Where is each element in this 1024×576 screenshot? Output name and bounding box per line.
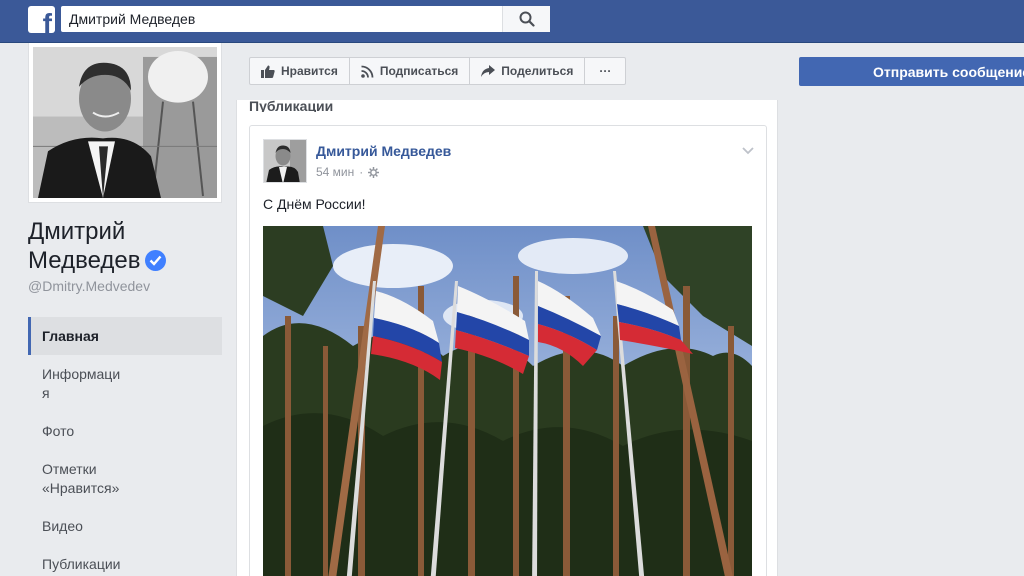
more-dots-icon: ··· bbox=[599, 64, 612, 78]
rss-icon bbox=[361, 65, 374, 78]
search-box bbox=[61, 6, 550, 32]
more-options-button[interactable]: ··· bbox=[584, 57, 627, 85]
page-name[interactable]: Дмитрий Медведев bbox=[28, 217, 228, 275]
page-handle[interactable]: @Dmitry.Medvedev bbox=[28, 278, 150, 294]
nav-item-likes[interactable]: Отметки «Нравится» bbox=[28, 450, 138, 507]
russian-flags-photo bbox=[263, 226, 752, 576]
page-name-first: Дмитрий bbox=[28, 218, 126, 245]
top-bar: f bbox=[0, 0, 1024, 43]
nav-item-videos[interactable]: Видео bbox=[28, 507, 222, 545]
like-button[interactable]: Нравится bbox=[249, 57, 350, 85]
share-label: Поделиться bbox=[501, 64, 574, 78]
search-button[interactable] bbox=[502, 6, 550, 32]
thumbs-up-icon bbox=[261, 65, 275, 78]
verified-badge-icon bbox=[144, 250, 166, 271]
page-name-last: Медведев bbox=[28, 247, 141, 274]
post-author-name[interactable]: Дмитрий Медведев bbox=[316, 143, 451, 159]
post-text: С Днём России! bbox=[263, 196, 366, 212]
post-options-chevron-icon[interactable] bbox=[742, 142, 754, 160]
post-time[interactable]: 54 мин bbox=[316, 165, 354, 179]
page-actions: Нравится Подписаться Поделиться ··· bbox=[249, 57, 627, 85]
avatar-photo bbox=[264, 140, 306, 182]
globe-icon[interactable] bbox=[368, 166, 380, 178]
post-meta: 54 мин · bbox=[316, 165, 380, 179]
nav-item-info[interactable]: Информаци я bbox=[28, 355, 222, 412]
follow-label: Подписаться bbox=[379, 64, 459, 78]
nav-item-photos[interactable]: Фото bbox=[28, 412, 222, 450]
publications-panel: Публикации Дмитрий Медведев 54 мин · С Д… bbox=[236, 100, 778, 576]
publications-title: Публикации bbox=[249, 100, 334, 112]
post-author-avatar[interactable] bbox=[263, 139, 307, 183]
follow-button[interactable]: Подписаться bbox=[348, 57, 471, 85]
share-button[interactable]: Поделиться bbox=[469, 57, 586, 85]
nav-item-posts[interactable]: Публикации bbox=[28, 545, 222, 576]
search-icon bbox=[519, 11, 535, 27]
search-input[interactable] bbox=[61, 6, 501, 32]
nav-item-home[interactable]: Главная bbox=[28, 317, 222, 355]
post-image[interactable] bbox=[263, 226, 752, 576]
meta-separator: · bbox=[359, 165, 364, 179]
left-column: Дмитрий Медведев @Dmitry.Medvedev Главна… bbox=[0, 43, 236, 576]
profile-picture[interactable] bbox=[28, 43, 222, 203]
profile-photo bbox=[33, 47, 217, 199]
post-card: Дмитрий Медведев 54 мин · С Днём России! bbox=[249, 125, 767, 576]
share-arrow-icon bbox=[481, 65, 496, 77]
page-nav: Главная Информаци я Фото Отметки «Нравит… bbox=[28, 317, 222, 576]
send-message-button[interactable]: Отправить сообщение bbox=[799, 57, 1024, 86]
facebook-logo[interactable]: f bbox=[28, 6, 55, 33]
like-label: Нравится bbox=[281, 64, 338, 78]
